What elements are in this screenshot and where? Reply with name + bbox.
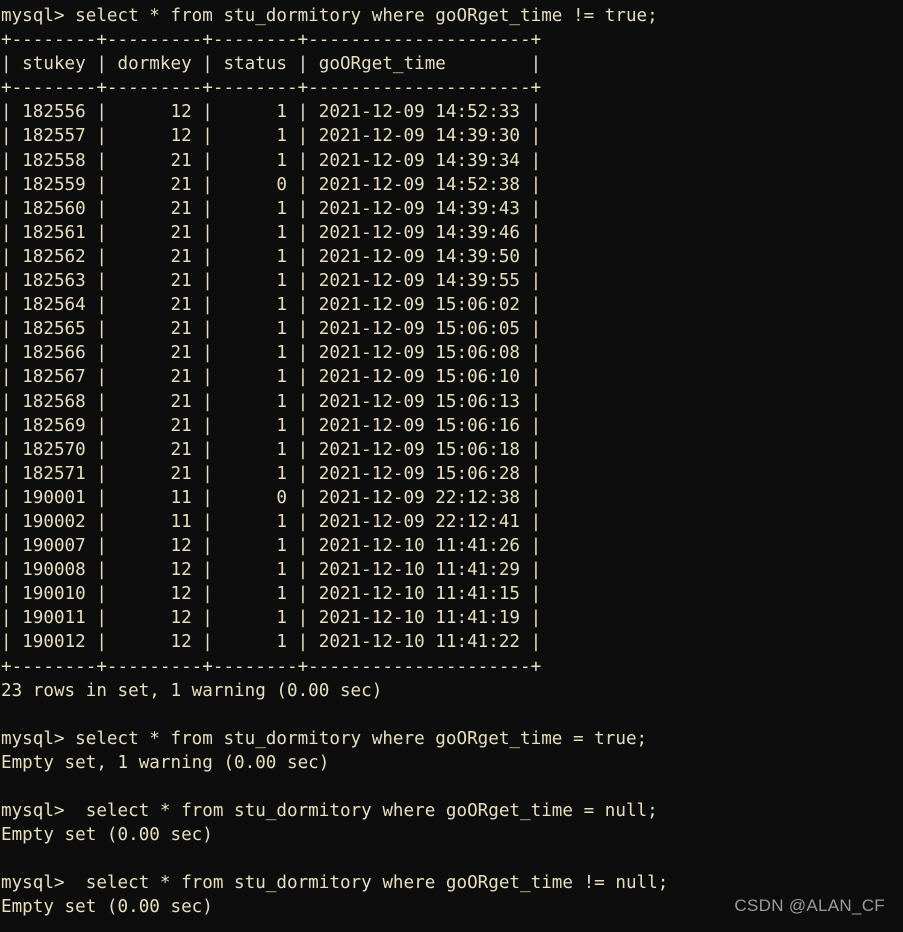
terminal-line: mysql> select * from stu_dormitory where… bbox=[1, 801, 658, 822]
terminal-line: | 190007 | 12 | 1 | 2021-12-10 11:41:26 … bbox=[1, 536, 542, 557]
terminal-line: +--------+---------+--------+-----------… bbox=[1, 30, 542, 51]
terminal-line: | 182564 | 21 | 1 | 2021-12-09 15:06:02 … bbox=[1, 295, 542, 316]
terminal-line: | 182558 | 21 | 1 | 2021-12-09 14:39:34 … bbox=[1, 150, 542, 171]
terminal-line: | 182571 | 21 | 1 | 2021-12-09 15:06:28 … bbox=[1, 463, 542, 484]
terminal-line: mysql> select * from stu_dormitory where… bbox=[1, 728, 648, 749]
terminal-line: +--------+---------+--------+-----------… bbox=[1, 78, 542, 99]
terminal-line: | 182559 | 21 | 0 | 2021-12-09 14:52:38 … bbox=[1, 174, 542, 195]
terminal-line: | stukey | dormkey | status | goORget_ti… bbox=[1, 54, 542, 75]
terminal-line: | 190012 | 12 | 1 | 2021-12-10 11:41:22 … bbox=[1, 632, 542, 653]
terminal-line: mysql> select * from stu_dormitory where… bbox=[1, 6, 658, 26]
terminal-line: | 182569 | 21 | 1 | 2021-12-09 15:06:16 … bbox=[1, 415, 542, 436]
terminal-line: | 182560 | 21 | 1 | 2021-12-09 14:39:43 … bbox=[1, 198, 542, 219]
terminal-line: | 182568 | 21 | 1 | 2021-12-09 15:06:13 … bbox=[1, 391, 542, 412]
terminal-line: +--------+---------+--------+-----------… bbox=[1, 656, 542, 677]
terminal-line: | 190001 | 11 | 0 | 2021-12-09 22:12:38 … bbox=[1, 487, 542, 508]
terminal-line: mysql> select * from stu_dormitory where… bbox=[1, 873, 669, 894]
terminal-line: | 190010 | 12 | 1 | 2021-12-10 11:41:15 … bbox=[1, 584, 542, 605]
terminal-line: Empty set, 1 warning (0.00 sec) bbox=[1, 752, 330, 773]
terminal-line: | 182556 | 12 | 1 | 2021-12-09 14:52:33 … bbox=[1, 102, 542, 123]
terminal-line: | 182563 | 21 | 1 | 2021-12-09 14:39:55 … bbox=[1, 271, 542, 292]
terminal-output: mysql> select * from stu_dormitory where… bbox=[0, 4, 903, 932]
terminal-line: | 190002 | 11 | 1 | 2021-12-09 22:12:41 … bbox=[1, 511, 542, 532]
terminal-line: | 182570 | 21 | 1 | 2021-12-09 15:06:18 … bbox=[1, 439, 542, 460]
mysql-terminal[interactable]: mysql> select * from stu_dormitory where… bbox=[0, 0, 903, 932]
terminal-line: Empty set (0.00 sec) bbox=[1, 825, 213, 846]
terminal-line: 23 rows in set, 1 warning (0.00 sec) bbox=[1, 680, 383, 701]
terminal-line: | 182562 | 21 | 1 | 2021-12-09 14:39:50 … bbox=[1, 246, 542, 267]
terminal-line: | 190008 | 12 | 1 | 2021-12-10 11:41:29 … bbox=[1, 560, 542, 581]
terminal-line: | 182567 | 21 | 1 | 2021-12-09 15:06:10 … bbox=[1, 367, 542, 388]
terminal-line: | 182566 | 21 | 1 | 2021-12-09 15:06:08 … bbox=[1, 343, 542, 364]
csdn-watermark: CSDN @ALAN_CF bbox=[734, 896, 885, 915]
terminal-line: | 190011 | 12 | 1 | 2021-12-10 11:41:19 … bbox=[1, 608, 542, 629]
terminal-line: | 182561 | 21 | 1 | 2021-12-09 14:39:46 … bbox=[1, 222, 542, 243]
terminal-line: | 182557 | 12 | 1 | 2021-12-09 14:39:30 … bbox=[1, 126, 542, 147]
terminal-line: | 182565 | 21 | 1 | 2021-12-09 15:06:05 … bbox=[1, 319, 542, 340]
